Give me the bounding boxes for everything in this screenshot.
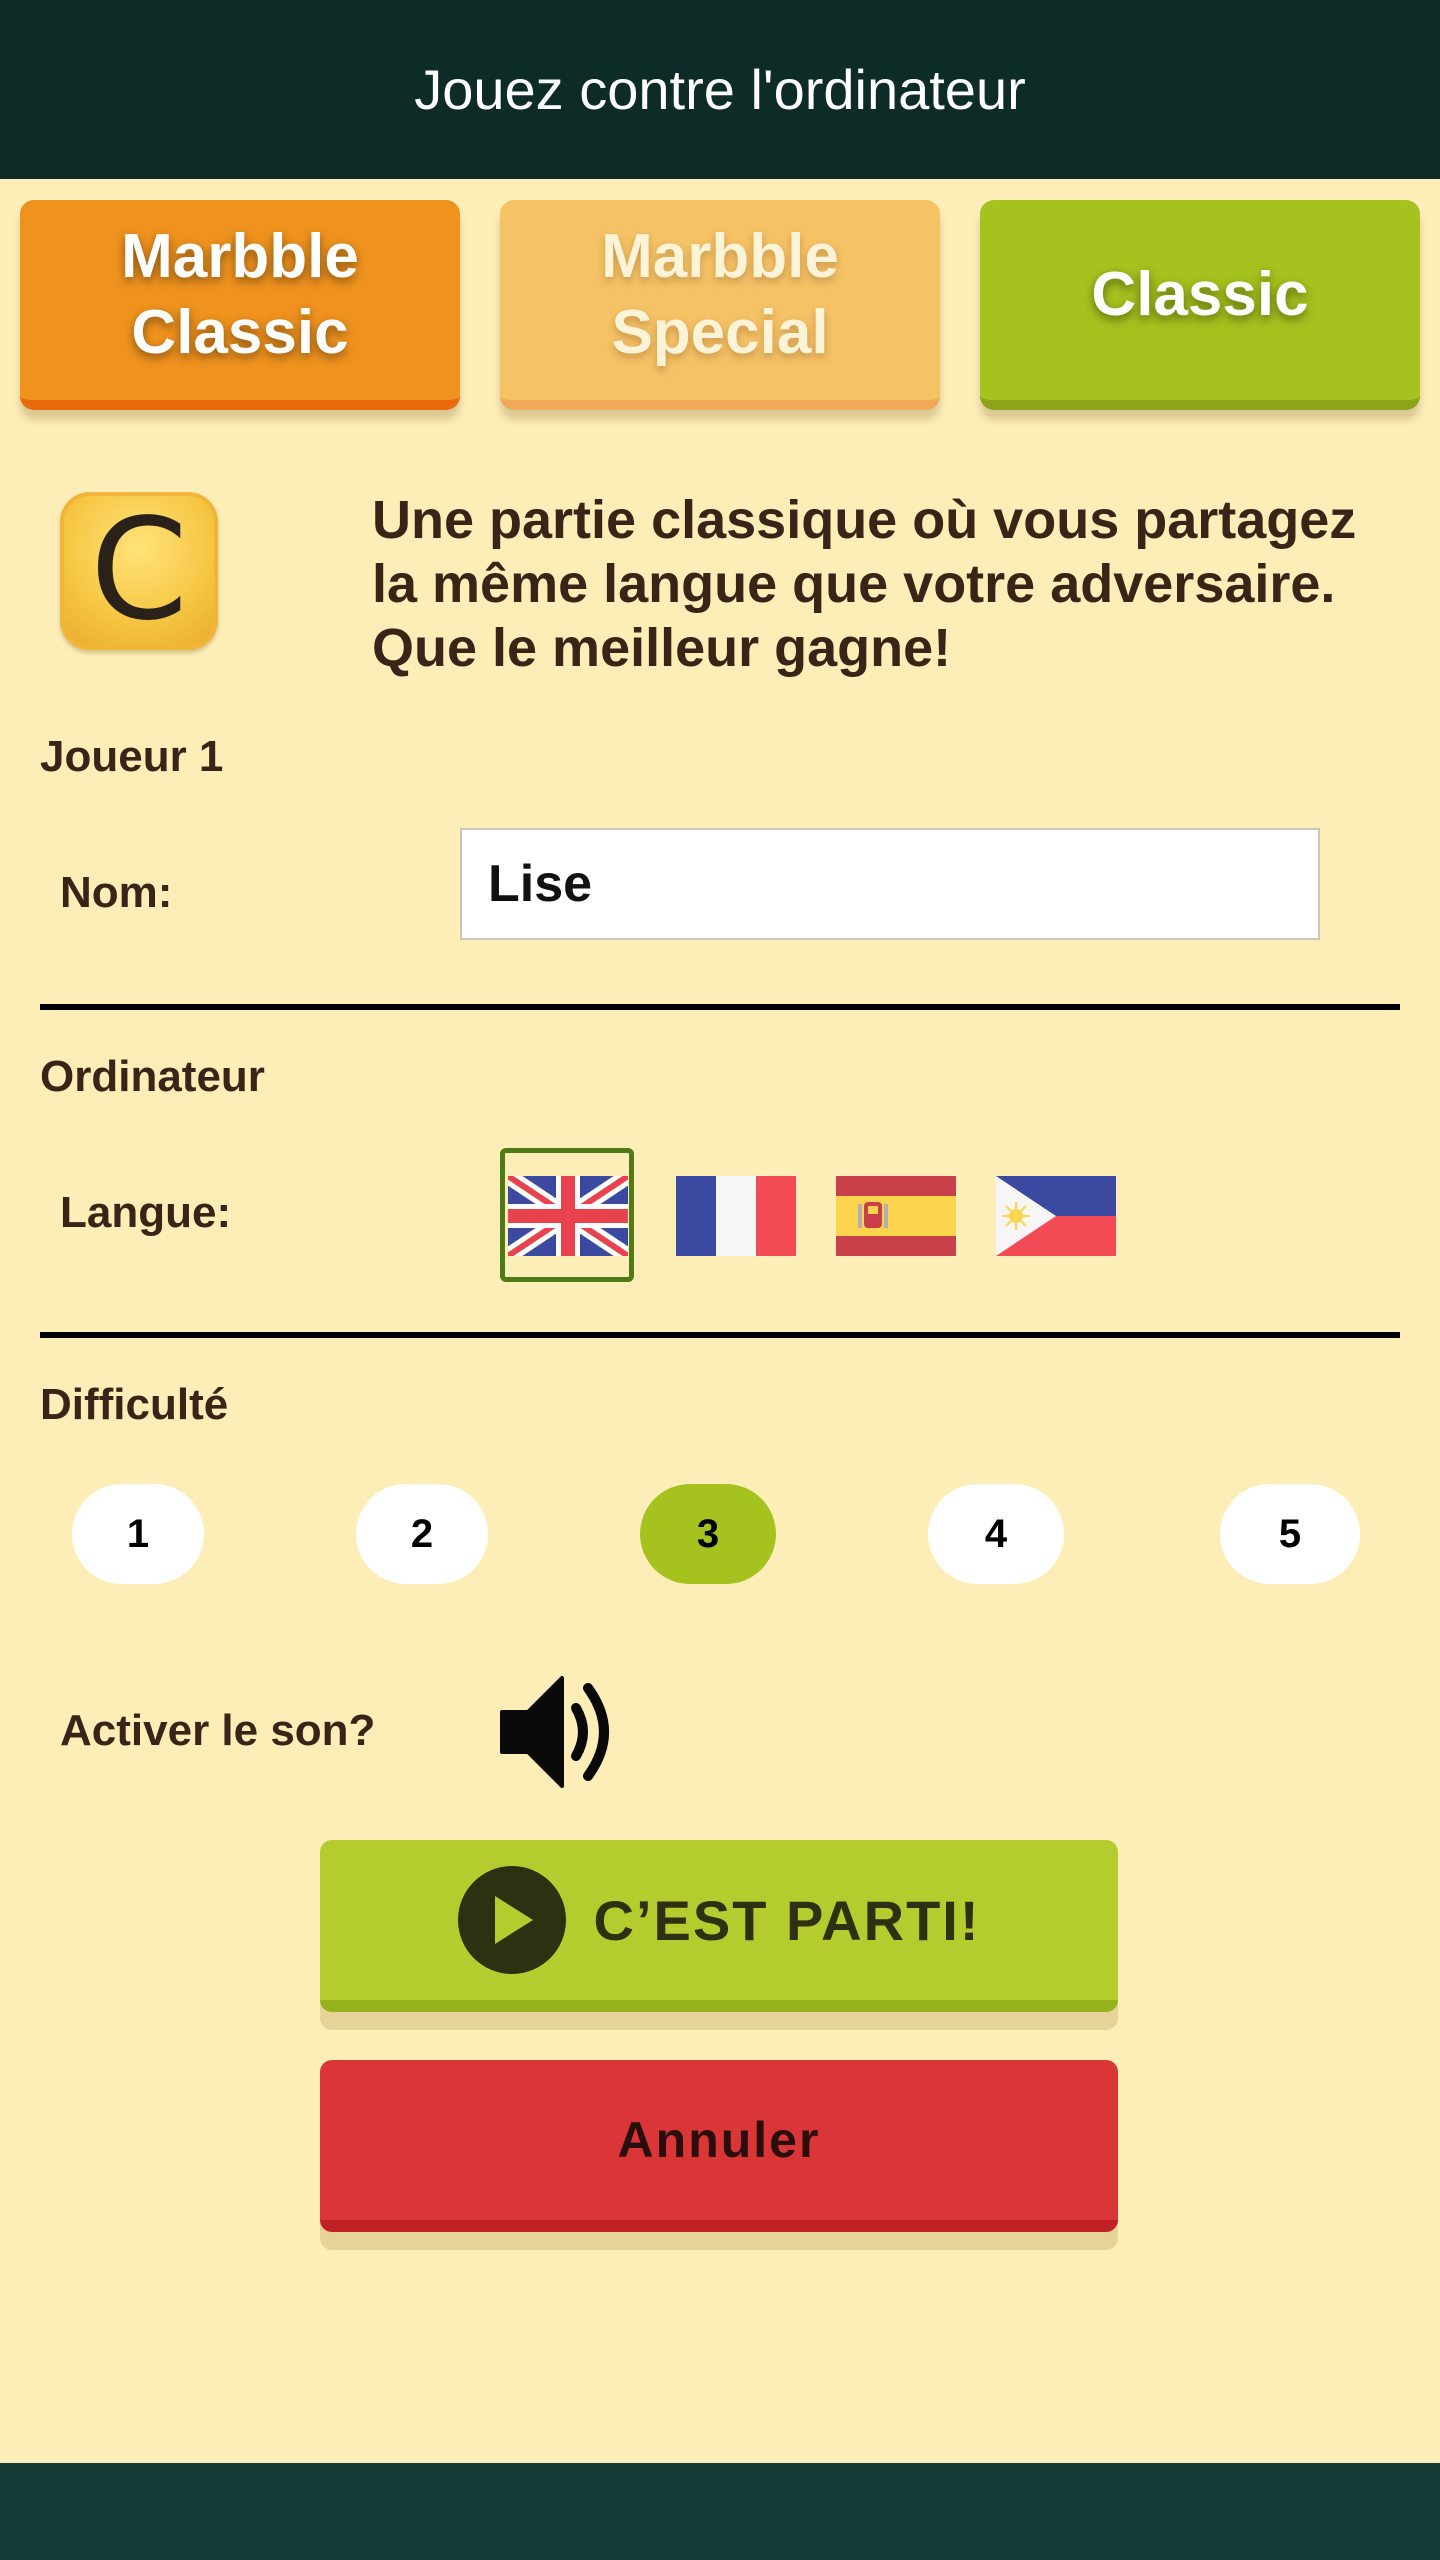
difficulty-button-5[interactable]: 5	[1220, 1484, 1360, 1584]
divider	[40, 1332, 1400, 1338]
classic-mode-icon: C	[60, 492, 218, 650]
cancel-label: Annuler	[617, 2112, 821, 2168]
divider	[40, 1004, 1400, 1010]
uk-flag-icon[interactable]	[508, 1176, 628, 1256]
difficulty-button-2[interactable]: 2	[356, 1484, 488, 1584]
tab-marbble-special[interactable]: Marbble Special	[500, 200, 940, 410]
name-input[interactable]	[460, 828, 1320, 940]
spain-flag-icon[interactable]	[836, 1176, 956, 1256]
difficulty-button-3[interactable]: 3	[640, 1484, 776, 1584]
difficulty-button-1[interactable]: 1	[72, 1484, 204, 1584]
france-flag-icon[interactable]	[676, 1176, 796, 1256]
mode-description: Une partie classique où vous partagez la…	[372, 490, 1357, 678]
page-title: Jouez contre l'ordinateur	[414, 58, 1026, 121]
tab-label-line1: Classic	[1091, 260, 1309, 329]
tab-label-line2: Special	[611, 298, 829, 367]
bottom-bar	[0, 2463, 1440, 2560]
tab-label-line1: Marbble	[121, 222, 359, 291]
player-section-label: Joueur 1	[40, 732, 224, 781]
cancel-button[interactable]: Annuler	[320, 2060, 1118, 2232]
tab-label-line1: Marbble	[601, 222, 839, 291]
computer-section-label: Ordinateur	[40, 1052, 265, 1101]
sound-label: Activer le son?	[60, 1706, 376, 1755]
difficulty-section-label: Difficulté	[40, 1380, 229, 1429]
philippines-flag-icon[interactable]	[996, 1176, 1116, 1256]
header-bar: Jouez contre l'ordinateur	[0, 0, 1440, 179]
play-icon	[457, 1866, 566, 1974]
language-label: Langue:	[60, 1188, 232, 1237]
start-game-label: C’EST PARTI!	[593, 1888, 981, 1952]
tab-marbble-classic[interactable]: Marbble Classic	[20, 200, 460, 410]
start-game-button[interactable]: C’EST PARTI!	[320, 1840, 1118, 2012]
tab-label-line2: Classic	[131, 298, 349, 367]
difficulty-button-4[interactable]: 4	[928, 1484, 1064, 1584]
mode-icon-letter: C	[90, 489, 188, 652]
tab-classic[interactable]: Classic	[980, 200, 1420, 410]
name-label: Nom:	[60, 868, 173, 917]
speaker-icon[interactable]	[498, 1670, 622, 1794]
